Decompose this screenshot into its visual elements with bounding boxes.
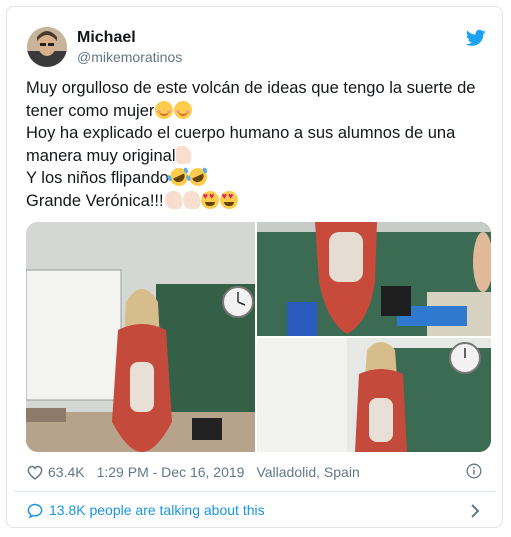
tweet-line-6: Grande Verónica!!!	[26, 190, 486, 213]
photo-anatomy-suit-back[interactable]	[257, 222, 491, 336]
tweet-card: Michael @mikemoratinos Muy orgulloso de …	[6, 6, 503, 528]
heart-eyes-icon	[219, 190, 238, 209]
clapping-hands-icon	[182, 190, 200, 209]
location[interactable]: Valladolid, Spain	[256, 464, 359, 480]
conversation-link[interactable]: 13.8K people are talking about this	[27, 502, 265, 518]
tweet-line-4: manera muy original	[26, 145, 486, 168]
rolling-on-floor-laughing-icon	[185, 165, 210, 189]
thumbs-up-icon	[176, 145, 192, 164]
divider	[14, 491, 495, 492]
media-grid	[26, 222, 491, 452]
photo-anatomy-suit-front[interactable]	[257, 338, 491, 452]
chevron-right-icon[interactable]	[470, 504, 480, 518]
author-name[interactable]: Michael	[77, 29, 136, 47]
comment-bubble-icon	[27, 503, 43, 518]
heart-icon[interactable]	[27, 465, 43, 480]
like-count[interactable]: 63.4K	[48, 464, 85, 480]
heart-eyes-icon	[200, 190, 219, 209]
tweet-line-3: Hoy ha explicado el cuerpo humano a sus …	[26, 124, 456, 142]
photo-teacher-classroom[interactable]	[26, 222, 255, 452]
avatar[interactable]	[27, 27, 67, 67]
tweet-line-2: tener como mujer	[26, 100, 486, 123]
smiling-face-icon	[155, 100, 174, 119]
info-icon[interactable]	[466, 463, 482, 479]
tweet-line-1: Muy orgulloso de este volcán de ideas qu…	[26, 79, 476, 97]
twitter-bird-icon[interactable]	[466, 29, 486, 47]
timestamp[interactable]: 1:29 PM - Dec 16, 2019	[97, 464, 245, 480]
tweet-meta: 63.4K 1:29 PM - Dec 16, 2019 Valladolid,…	[27, 464, 360, 480]
smiling-face-icon	[174, 100, 193, 119]
tweet-line-5: Y los niños flipando	[26, 165, 486, 190]
author-handle[interactable]: @mikemoratinos	[77, 49, 182, 65]
clapping-hands-icon	[164, 190, 182, 209]
tweet-text: Muy orgulloso de este volcán de ideas qu…	[26, 77, 486, 212]
talking-text[interactable]: 13.8K people are talking about this	[49, 502, 265, 518]
